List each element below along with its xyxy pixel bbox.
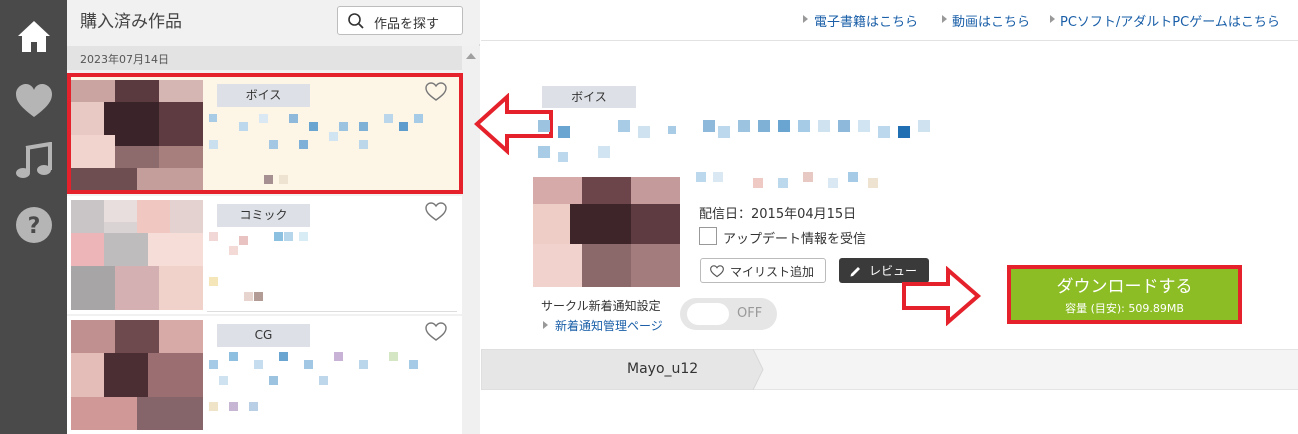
download-button[interactable]: ダウンロードする 容量 (目安): 509.89MB	[1011, 269, 1238, 320]
link-arrow-icon	[942, 15, 947, 23]
purchased-list-panel: 購入済み作品 作品を探す 2023年07月14日 ボイス コミック CG	[67, 0, 480, 434]
blurred-title-mosaic	[209, 352, 418, 411]
top-nav: 電子書籍はこちら 動画はこちら PCソフト/アダルトPCゲームはこちら	[481, 0, 1298, 41]
find-works-label: 作品を探す	[374, 17, 440, 32]
video-link[interactable]: 動画はこちら	[952, 11, 1030, 30]
app-root: ? 購入済み作品 作品を探す 2023年07月14日 ボイス コミック CG 電…	[0, 0, 1298, 434]
release-date: 配信日：2015年04月15日	[699, 207, 857, 222]
blurred-title-mosaic	[209, 232, 308, 301]
detail-thumbnail	[533, 177, 680, 287]
link-arrow-icon	[543, 321, 548, 329]
link-arrow-icon	[803, 15, 808, 23]
add-to-mylist-button[interactable]: マイリスト追加	[700, 258, 826, 283]
category-tag: CG	[217, 324, 310, 347]
pc-software-link[interactable]: PCソフト/アダルトPCゲームはこちら	[1060, 11, 1280, 30]
find-works-button[interactable]: 作品を探す	[337, 6, 463, 35]
link-arrow-icon	[1050, 15, 1055, 23]
item-divider	[207, 311, 457, 312]
list-item[interactable]: CG	[67, 316, 462, 434]
work-thumbnail	[71, 200, 203, 310]
help-icon[interactable]: ?	[14, 205, 54, 245]
add-to-mylist-label: マイリスト追加	[730, 265, 815, 279]
svg-text:?: ?	[28, 214, 41, 239]
download-label: ダウンロードする	[1056, 277, 1193, 297]
toggle-state: OFF	[737, 306, 763, 321]
circle-name[interactable]: Mayo_u12	[627, 361, 698, 377]
right-arrow-annotation-icon	[902, 266, 982, 326]
home-icon[interactable]	[14, 16, 54, 56]
notify-toggle[interactable]: OFF	[680, 298, 777, 330]
heart-outline-icon	[710, 265, 724, 278]
ebook-link[interactable]: 電子書籍はこちら	[814, 11, 918, 30]
selected-item-highlight	[67, 73, 463, 194]
category-tag: コミック	[217, 204, 310, 227]
favorite-heart-icon[interactable]	[425, 322, 447, 342]
circle-notify-label: サークル新着通知設定	[541, 299, 661, 313]
music-icon[interactable]	[14, 141, 54, 182]
search-icon	[348, 13, 364, 29]
toggle-knob	[687, 303, 729, 325]
nav-rail: ?	[0, 0, 67, 434]
date-label: 2023年07月14日	[80, 53, 169, 66]
detail-category-tag: ボイス	[542, 86, 636, 108]
breadcrumb-chevron	[481, 349, 764, 390]
date-group-header: 2023年07月14日	[67, 46, 462, 70]
circle-breadcrumb-bar: Mayo_u12	[481, 349, 1298, 390]
scroll-up-arrow-icon[interactable]	[466, 53, 476, 59]
update-checkbox-label[interactable]: アップデート情報を受信	[723, 228, 866, 247]
heart-icon[interactable]	[14, 82, 54, 122]
download-size: 容量 (目安): 509.89MB	[1065, 302, 1184, 315]
pencil-icon	[850, 267, 860, 277]
list-header: 購入済み作品 作品を探す	[67, 0, 480, 44]
notify-manage-link[interactable]: 新着通知管理ページ	[555, 317, 663, 334]
favorite-heart-icon[interactable]	[425, 202, 447, 222]
work-thumbnail	[71, 320, 203, 430]
update-checkbox[interactable]	[699, 227, 717, 245]
list-item[interactable]: コミック	[67, 196, 462, 314]
list-title: 購入済み作品	[80, 12, 182, 32]
